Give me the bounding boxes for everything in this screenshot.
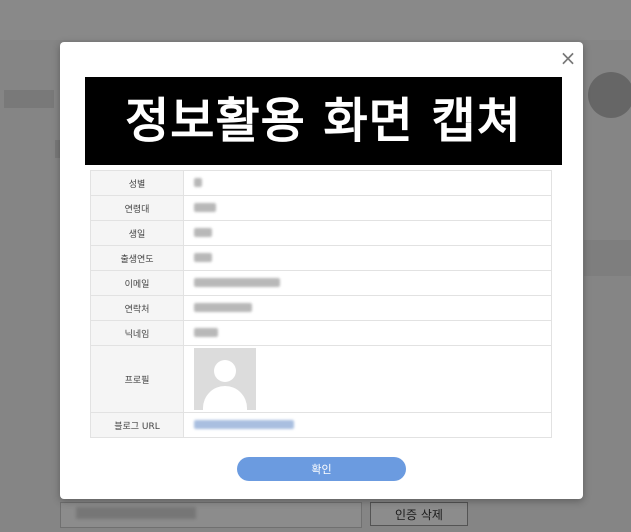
info-row: 생일 (90, 220, 552, 246)
redacted-value (194, 178, 202, 187)
info-row-value (183, 245, 552, 271)
info-row-label: 성별 (90, 170, 184, 196)
info-row-label: 프로필 (90, 345, 184, 413)
redacted-value (194, 203, 216, 212)
info-row-label: 출생연도 (90, 245, 184, 271)
profile-placeholder-icon (194, 348, 256, 410)
redacted-value (194, 278, 280, 287)
redacted-link[interactable] (194, 420, 294, 429)
info-row-label: 닉네임 (90, 320, 184, 346)
info-row: 성별 (90, 170, 552, 196)
info-row-value (183, 320, 552, 346)
info-row-label: 블로그 URL (90, 412, 184, 438)
info-row-label: 이메일 (90, 270, 184, 296)
close-icon[interactable]: × (558, 48, 578, 68)
info-row: 닉네임 (90, 320, 552, 346)
redacted-value (194, 328, 218, 337)
info-row-value (183, 170, 552, 196)
info-row: 출생연도 (90, 245, 552, 271)
redacted-value (194, 228, 212, 237)
info-row-value (183, 345, 552, 413)
info-row-label: 생일 (90, 220, 184, 246)
info-row: 블로그 URL (90, 412, 552, 438)
info-row-value (183, 220, 552, 246)
redacted-value (194, 303, 252, 312)
info-row: 연락처 (90, 295, 552, 321)
info-row: 프로필 (90, 345, 552, 413)
info-table: 성별 연령대 생일 출생연도 이메일 연락처 닉네임 프로필 블로그 URL (90, 170, 552, 438)
confirm-button[interactable]: 확인 (237, 457, 406, 481)
info-row-value (183, 270, 552, 296)
caption-banner: 정보활용 화면 캡쳐 (85, 77, 562, 165)
info-row-value (183, 412, 552, 438)
info-row: 연령대 (90, 195, 552, 221)
info-row-value (183, 295, 552, 321)
info-row-label: 연령대 (90, 195, 184, 221)
info-row-label: 연락처 (90, 295, 184, 321)
info-row-value (183, 195, 552, 221)
info-row: 이메일 (90, 270, 552, 296)
redacted-value (194, 253, 212, 262)
